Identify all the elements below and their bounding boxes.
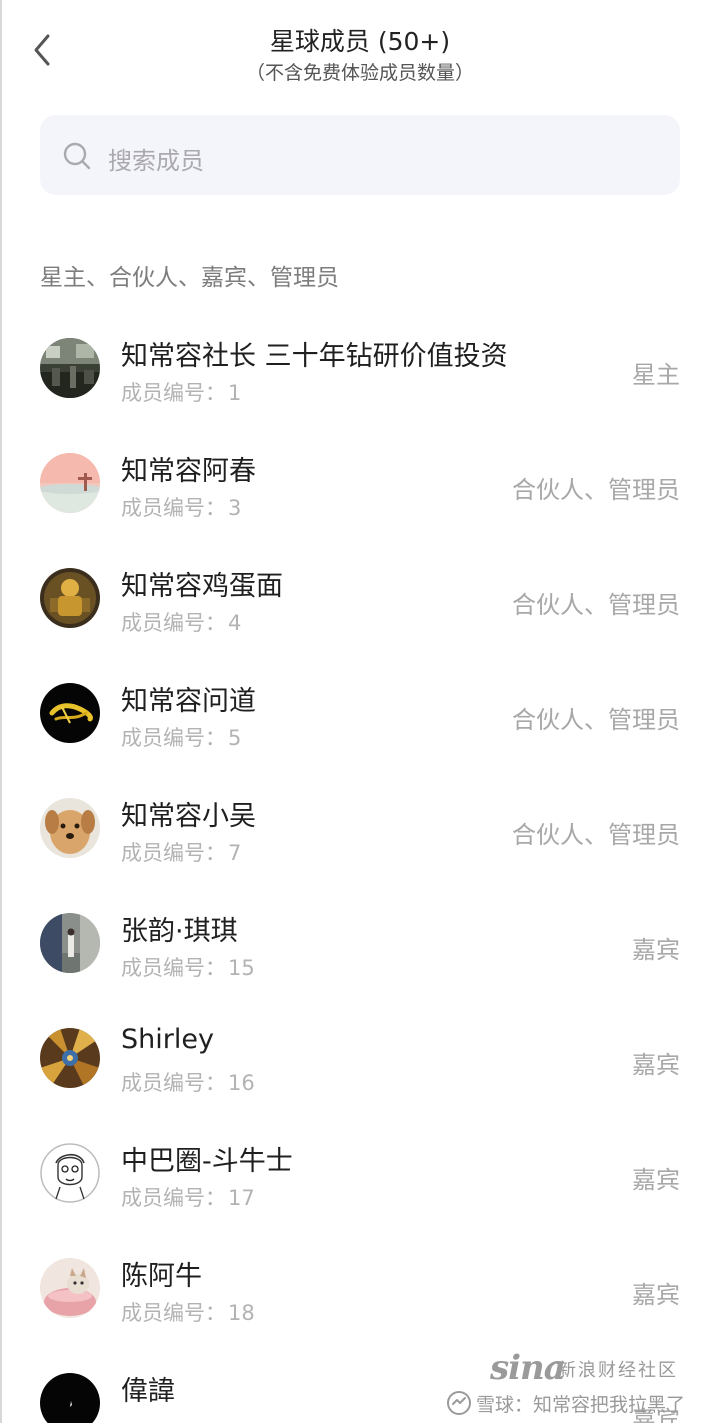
cathedral-avatar-icon: [40, 1028, 100, 1088]
member-number: 成员编号：4: [121, 607, 241, 637]
photo-avatar-icon: [40, 338, 100, 398]
member-number-value: 4: [228, 611, 242, 635]
avatar[interactable]: [40, 453, 100, 513]
member-number-value: 15: [228, 956, 255, 980]
avatar[interactable]: [40, 1373, 100, 1423]
search-input[interactable]: 搜索成员: [40, 115, 680, 195]
watermark-text: 雪球：知常容把我拉黑了: [476, 1394, 686, 1416]
member-role: 星主: [632, 361, 680, 389]
member-name: 知常容社长 三十年钻研价值投资: [121, 341, 508, 372]
street-photo-avatar-icon: [40, 913, 100, 973]
member-number: 成员编号：16: [121, 1067, 255, 1097]
cat-avatar-icon: [40, 1258, 100, 1318]
search-icon: [63, 142, 91, 170]
calligraphy-avatar-icon: [40, 683, 100, 743]
member-number-value: 17: [228, 1186, 255, 1210]
member-number-label: 成员编号：: [121, 956, 226, 980]
member-row[interactable]: 知常容小吴 成员编号：7 合伙人、管理员: [0, 770, 720, 885]
avatar[interactable]: [40, 1143, 100, 1203]
member-number-label: 成员编号：: [121, 611, 226, 635]
member-name: 知常容阿春: [121, 456, 256, 487]
sketch-avatar-icon: [40, 1143, 100, 1203]
member-number-value: 18: [228, 1301, 255, 1325]
member-role: 合伙人、管理员: [512, 706, 680, 734]
member-row[interactable]: Shirley 成员编号：16 嘉宾: [0, 1000, 720, 1115]
watermark-site: 新浪财经社区: [558, 1360, 678, 1381]
member-number: 成员编号：18: [121, 1297, 255, 1327]
section-title: 星主、合伙人、嘉宾、管理员: [40, 265, 339, 291]
member-number: 成员编号：3: [121, 492, 241, 522]
member-role: 嘉宾: [632, 1281, 680, 1309]
member-number-value: 5: [228, 726, 242, 750]
search-placeholder: 搜索成员: [108, 147, 204, 175]
member-number: 成员编号：1: [121, 377, 241, 407]
avatar[interactable]: [40, 1028, 100, 1088]
member-role: 嘉宾: [632, 1051, 680, 1079]
illustration-avatar-icon: [40, 453, 100, 513]
member-name: 知常容鸡蛋面: [121, 571, 283, 602]
member-row[interactable]: 陈阿牛 成员编号：18 嘉宾: [0, 1230, 720, 1345]
member-role: 合伙人、管理员: [512, 476, 680, 504]
member-name: 中巴圈-斗牛士: [121, 1146, 293, 1177]
dark-avatar-icon: [40, 1373, 100, 1423]
member-number-value: 1: [228, 381, 242, 405]
member-number-label: 成员编号：: [121, 381, 226, 405]
member-role: 嘉宾: [632, 936, 680, 964]
member-number: 成员编号：15: [121, 952, 255, 982]
watermark: sina 新浪财经社区 雪球：知常容把我拉黑了: [444, 1346, 714, 1423]
member-number: 成员编号：5: [121, 722, 241, 752]
member-row[interactable]: 中巴圈-斗牛士 成员编号：17 嘉宾: [0, 1115, 720, 1230]
member-row[interactable]: 知常容社长 三十年钻研价值投资 成员编号：1 星主: [0, 310, 720, 425]
sina-logo: sina: [490, 1348, 566, 1388]
member-number-label: 成员编号：: [121, 1071, 226, 1095]
member-number-value: 16: [228, 1071, 255, 1095]
avatar[interactable]: [40, 913, 100, 973]
member-name: 知常容问道: [121, 686, 256, 717]
member-name: 陈阿牛: [121, 1261, 202, 1292]
member-row[interactable]: 知常容问道 成员编号：5 合伙人、管理员: [0, 655, 720, 770]
member-name: 偉諱: [121, 1376, 175, 1407]
avatar[interactable]: [40, 798, 100, 858]
avatar[interactable]: [40, 568, 100, 628]
member-number-value: 7: [228, 841, 242, 865]
member-number: 成员编号：7: [121, 837, 241, 867]
member-list-page: 星球成员 (50+) （不含免费体验成员数量） 搜索成员 星主、合伙人、嘉宾、管…: [0, 0, 720, 1423]
avatar[interactable]: [40, 338, 100, 398]
member-role: 合伙人、管理员: [512, 591, 680, 619]
member-row[interactable]: 知常容阿春 成员编号：3 合伙人、管理员: [0, 425, 720, 540]
page-title: 星球成员 (50+): [269, 27, 451, 56]
member-number-label: 成员编号：: [121, 726, 226, 750]
page-subtitle: （不含免费体验成员数量）: [245, 62, 474, 84]
member-number-value: 3: [228, 496, 242, 520]
member-number-label: 成员编号：: [121, 1301, 226, 1325]
snowball-icon: [447, 1391, 471, 1415]
member-number-label: 成员编号：: [121, 841, 226, 865]
avatar[interactable]: [40, 683, 100, 743]
member-row[interactable]: 张韵·琪琪 成员编号：15 嘉宾: [0, 885, 720, 1000]
header: 星球成员 (50+) （不含免费体验成员数量）: [0, 0, 720, 100]
member-name: 知常容小吴: [121, 801, 256, 832]
member-name: 张韵·琪琪: [121, 916, 238, 947]
dog-avatar-icon: [40, 798, 100, 858]
member-number-label: 成员编号：: [121, 1186, 226, 1210]
member-role: 合伙人、管理员: [512, 821, 680, 849]
member-number-label: 成员编号：: [121, 496, 226, 520]
member-number: 成员编号：17: [121, 1182, 255, 1212]
member-role: 嘉宾: [632, 1166, 680, 1194]
avatar[interactable]: [40, 1258, 100, 1318]
figure-avatar-icon: [40, 568, 100, 628]
member-row[interactable]: 知常容鸡蛋面 成员编号：4 合伙人、管理员: [0, 540, 720, 655]
member-name: Shirley: [121, 1024, 214, 1055]
